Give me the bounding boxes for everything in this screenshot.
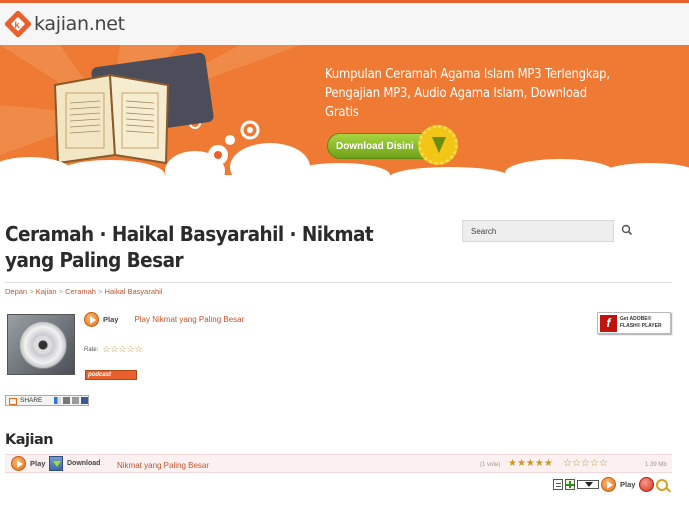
site-header: k kajian.net xyxy=(0,3,689,45)
download-arrow-icon[interactable] xyxy=(418,125,458,165)
breadcrumb-separator: > xyxy=(98,287,103,296)
logo-text: kajian.net xyxy=(34,13,125,35)
podcast-badge[interactable]: podcast xyxy=(85,370,137,380)
share-label: SHARE xyxy=(20,397,43,404)
rate-label: Rate: xyxy=(84,346,99,353)
page-title: Ceramah · Haikal Basyarahil · Nikmat yan… xyxy=(5,222,374,272)
title-divider xyxy=(5,282,672,283)
promo-banner[interactable]: Kumpulan Ceramah Agama Islam MP3 Terleng… xyxy=(0,45,689,175)
breadcrumb-ceramah[interactable]: Ceramah xyxy=(65,287,96,296)
flash-badge-text: Get ADOBE® FLASH® PLAYER xyxy=(620,316,662,329)
mixx-icon xyxy=(72,397,79,404)
get-flash-player-badge[interactable]: f Get ADOBE® FLASH® PLAYER xyxy=(597,312,671,334)
flash-logo-icon: f xyxy=(600,315,617,332)
play-track-link[interactable]: Play Nikmat yang Paling Besar xyxy=(134,315,244,324)
breadcrumb: Depan > Kajian > Ceramah > Haikal Basyar… xyxy=(5,287,163,296)
rating-row: Rate: ☆☆☆☆☆ xyxy=(84,344,143,355)
play-button-label[interactable]: Play xyxy=(103,315,118,324)
breadcrumb-depan[interactable]: Depan xyxy=(5,287,27,296)
search-icon[interactable] xyxy=(620,223,634,237)
play-icon[interactable] xyxy=(84,312,99,327)
track-rate-stars[interactable]: ☆☆☆☆☆ xyxy=(563,458,608,469)
site-logo[interactable]: k kajian.net xyxy=(4,10,125,38)
breadcrumb-kajian[interactable]: Kajian xyxy=(36,287,57,296)
social-icons xyxy=(54,397,88,404)
track-average-rating-stars: ★★★★★ xyxy=(508,458,553,469)
download-icon[interactable] xyxy=(49,456,63,471)
section-title-kajian: Kajian xyxy=(5,432,54,448)
track-play-label[interactable]: Play xyxy=(30,459,45,468)
track-title-link[interactable]: Nikmat yang Paling Besar xyxy=(117,461,209,470)
toolbar-play-label[interactable]: Play xyxy=(620,480,635,489)
breadcrumb-separator: > xyxy=(58,287,64,296)
main-player-row: Play Play Nikmat yang Paling Besar xyxy=(84,312,244,327)
stop-icon[interactable] xyxy=(639,477,655,492)
cd-disc-icon xyxy=(19,321,67,369)
cd-cover-image xyxy=(7,314,75,375)
logo-icon: k xyxy=(4,10,32,38)
track-votes: (1 vote) xyxy=(480,462,501,468)
track-file-size: 1.39 Mb xyxy=(645,462,667,468)
play-icon[interactable] xyxy=(11,456,26,471)
share-button[interactable]: SHARE xyxy=(5,395,89,406)
delicious-icon xyxy=(54,397,61,404)
play-icon[interactable] xyxy=(601,477,616,492)
track-download-label[interactable]: Download xyxy=(67,460,100,467)
track-toolbar: Play xyxy=(553,477,669,492)
digg-icon xyxy=(63,397,70,404)
breadcrumb-haikal-basyarahil[interactable]: Haikal Basyarahil xyxy=(105,287,163,296)
track-play-control[interactable]: Play xyxy=(11,456,45,471)
search-input[interactable]: Search xyxy=(462,220,614,242)
document-icon[interactable] xyxy=(553,479,563,490)
track-row: Play Download Nikmat yang Paling Besar (… xyxy=(5,454,672,473)
facebook-icon xyxy=(81,397,88,404)
main-content: Ceramah · Haikal Basyarahil · Nikmat yan… xyxy=(0,175,689,512)
search-placeholder: Search xyxy=(471,227,497,236)
breadcrumb-separator: > xyxy=(29,287,34,296)
dropdown-icon[interactable] xyxy=(577,480,599,489)
podcast-label: podcast xyxy=(88,372,112,378)
search-icon[interactable] xyxy=(656,478,669,491)
rating-stars[interactable]: ☆☆☆☆☆ xyxy=(102,344,142,355)
banner-tagline: Kumpulan Ceramah Agama Islam MP3 Terleng… xyxy=(325,67,610,120)
add-icon[interactable] xyxy=(565,479,575,490)
